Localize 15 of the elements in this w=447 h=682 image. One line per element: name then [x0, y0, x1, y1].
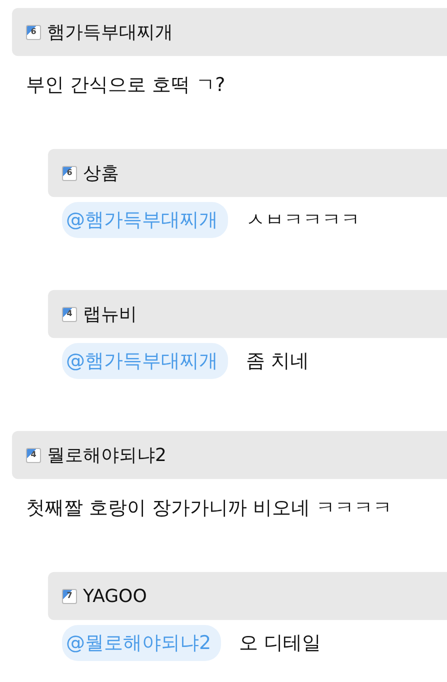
- author-name[interactable]: 뭘로해야되냐2: [47, 443, 166, 467]
- comment-text: ㅅㅂㅋㅋㅋㅋ: [246, 208, 360, 233]
- author-name[interactable]: YAGOO: [83, 586, 147, 606]
- level-badge-icon: 4: [26, 448, 41, 462]
- comment-text: 부인 간식으로 호떡 ㄱ?: [26, 73, 226, 98]
- comment-text: 첫째짤 호랑이 장가가니까 비오네 ㅋㅋㅋㅋ: [26, 496, 392, 521]
- level-badge-icon: 7: [62, 588, 77, 604]
- author-name[interactable]: 햄가득부대찌개: [47, 20, 173, 44]
- author-name[interactable]: 상훔: [83, 161, 119, 185]
- comment-text: 좀 치네: [246, 349, 310, 374]
- level-badge-icon: 6: [62, 166, 77, 180]
- level-badge-icon: 4: [62, 306, 77, 322]
- level-badge-icon: 6: [26, 24, 41, 40]
- author-name[interactable]: 랩뉴비: [83, 302, 137, 326]
- comment-text: 오 디테일: [239, 631, 322, 656]
